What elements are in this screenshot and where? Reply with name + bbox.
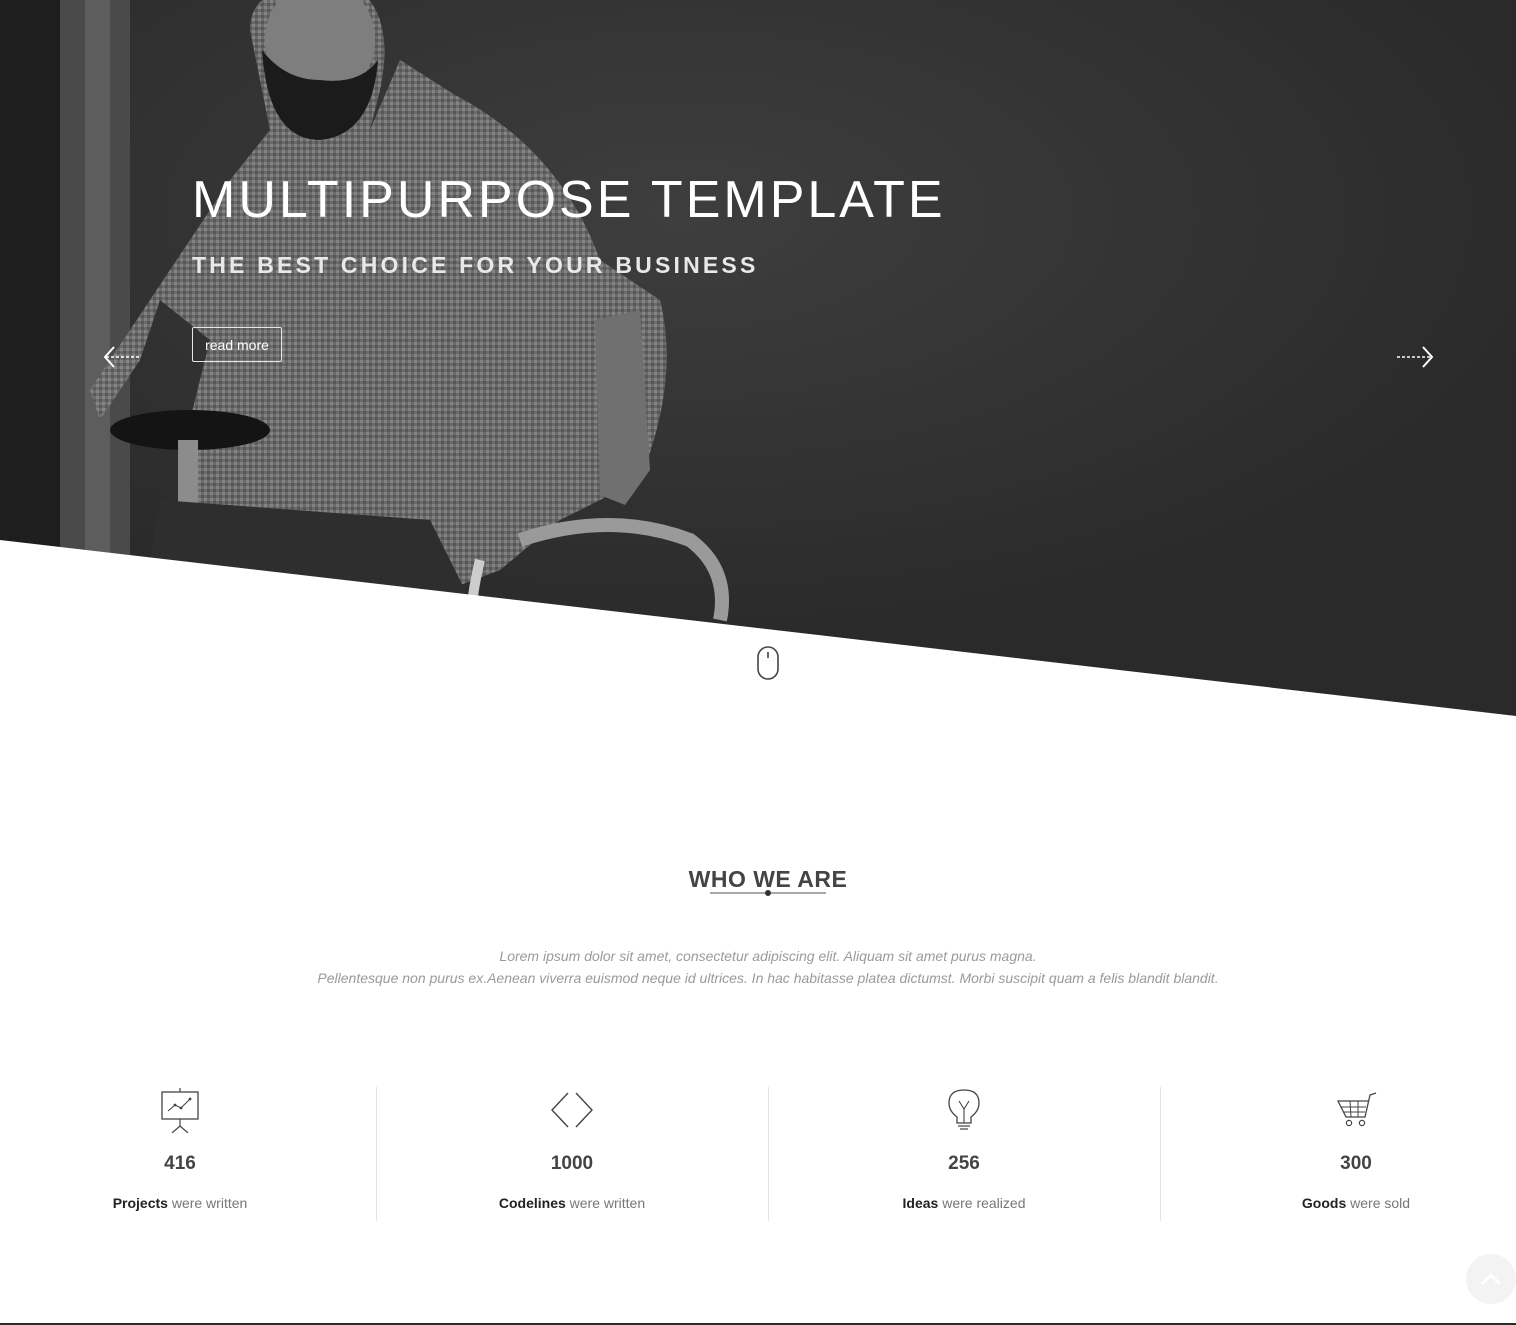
code-brackets-icon [551,1092,593,1128]
stat-ideas: 256 Ideas were realized [768,1085,1160,1221]
stat-divider [1160,1087,1161,1221]
about-line-2: Pellentesque non purus ex.Aenean viverra… [317,970,1219,986]
mouse-icon[interactable] [755,645,781,681]
hero-title: MULTIPURPOSE TEMPLATE [192,171,946,229]
presentation-chart-icon [161,1088,199,1133]
stat-number: 416 [164,1153,196,1174]
about-description: Lorem ipsum dolor sit amet, consectetur … [0,945,1516,989]
arrow-right-icon[interactable] [1395,343,1435,373]
stat-caption: Goods were sold [1301,1195,1411,1211]
hero-subtitle: THE BEST CHOICE FOR YOUR BUSINESS [192,252,759,278]
stat-caption: Projects were written [112,1195,248,1211]
stat-divider [376,1087,377,1221]
stat-projects: 416 Projects were written [0,1085,376,1221]
stat-codelines: 1000 Codelines were written [376,1085,768,1221]
shopping-cart-icon [1336,1092,1377,1127]
stat-number: 300 [1340,1153,1372,1174]
stat-caption: Ideas were realized [902,1195,1026,1211]
stat-divider [768,1087,769,1221]
read-more-button[interactable]: read more [192,327,282,362]
stat-number: 256 [948,1153,980,1174]
lightbulb-icon [948,1089,980,1130]
chevron-up-icon [1480,1272,1502,1286]
back-to-top-button[interactable] [1466,1254,1516,1304]
about-line-1: Lorem ipsum dolor sit amet, consectetur … [499,948,1037,964]
hero-slider: MULTIPURPOSE TEMPLATE THE BEST CHOICE FO… [0,0,1516,716]
stat-number: 1000 [550,1153,594,1174]
stat-goods: 300 Goods were sold [1160,1085,1516,1221]
stat-caption: Codelines were written [498,1195,646,1211]
arrow-left-icon[interactable] [102,343,142,373]
title-underline-decoration [710,890,826,896]
stats-row: 416 Projects were written 1000 Codelines… [0,1085,1516,1225]
